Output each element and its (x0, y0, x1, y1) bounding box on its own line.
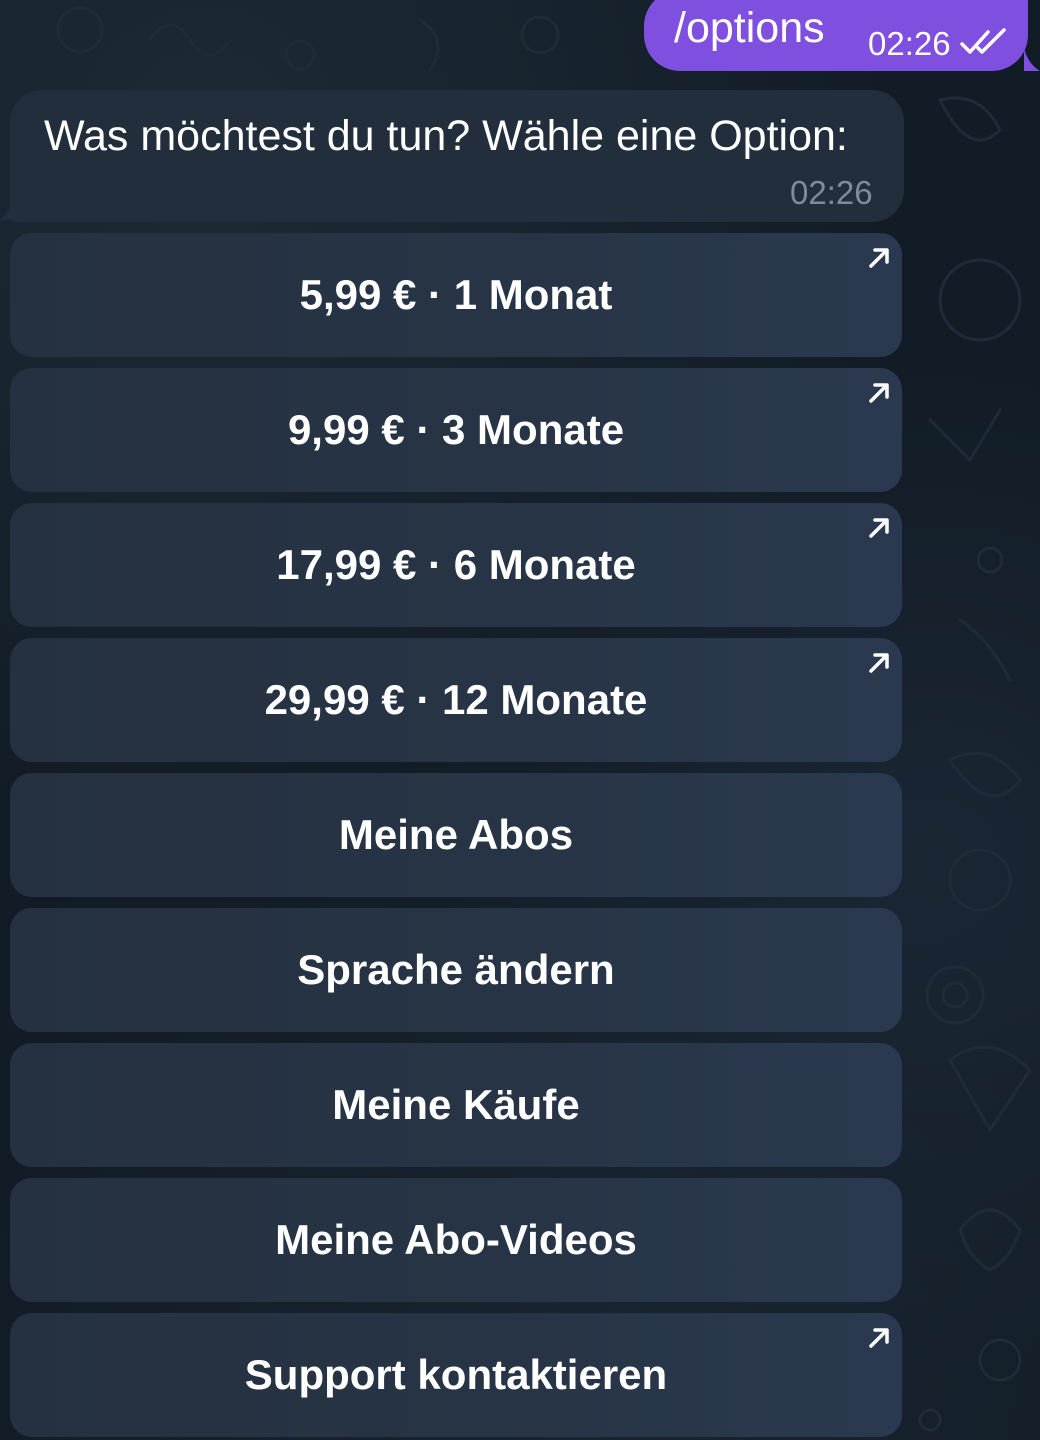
change-language-button[interactable]: Sprache ändern (10, 908, 902, 1032)
external-arrow-icon (869, 248, 889, 268)
outgoing-message-time: 02:26 (868, 25, 951, 62)
external-arrow-icon (869, 653, 889, 673)
external-arrow-icon (869, 518, 889, 538)
plan-12-months-button[interactable]: 29,99 € · 12 Monate (10, 638, 902, 762)
incoming-bubble-tail (0, 196, 14, 220)
contact-support-button[interactable]: Support kontaktieren (10, 1313, 902, 1437)
external-arrow-icon (869, 383, 889, 403)
button-label: 17,99 € · 6 Monate (276, 541, 636, 588)
button-label: 29,99 € · 12 Monate (264, 676, 648, 723)
button-label: Support kontaktieren (244, 1351, 668, 1398)
my-subscriptions-button[interactable]: Meine Abos (10, 773, 902, 897)
button-label: 9,99 € · 3 Monate (287, 406, 625, 453)
button-label: 5,99 € · 1 Monat (299, 271, 613, 318)
outgoing-bubble-tail (1024, 48, 1040, 71)
button-label: Meine Abo-Videos (275, 1216, 637, 1263)
button-label: Sprache ändern (297, 946, 615, 993)
double-check-icon (960, 28, 1006, 54)
button-label: Meine Käufe (332, 1081, 580, 1128)
plan-3-months-button[interactable]: 9,99 € · 3 Monate (10, 368, 902, 492)
button-label: Meine Abos (338, 811, 574, 858)
incoming-message-time: 02:26 (790, 174, 873, 211)
outgoing-message-text: /options (674, 4, 825, 52)
my-purchases-button[interactable]: Meine Käufe (10, 1043, 902, 1167)
incoming-message-text: Was möchtest du tun? Wähle eine Option: (44, 112, 848, 160)
plan-1-month-button[interactable]: 5,99 € · 1 Monat (10, 233, 902, 357)
plan-6-months-button[interactable]: 17,99 € · 6 Monate (10, 503, 902, 627)
my-subscription-videos-button[interactable]: Meine Abo-Videos (10, 1178, 902, 1302)
external-arrow-icon (869, 1328, 889, 1348)
